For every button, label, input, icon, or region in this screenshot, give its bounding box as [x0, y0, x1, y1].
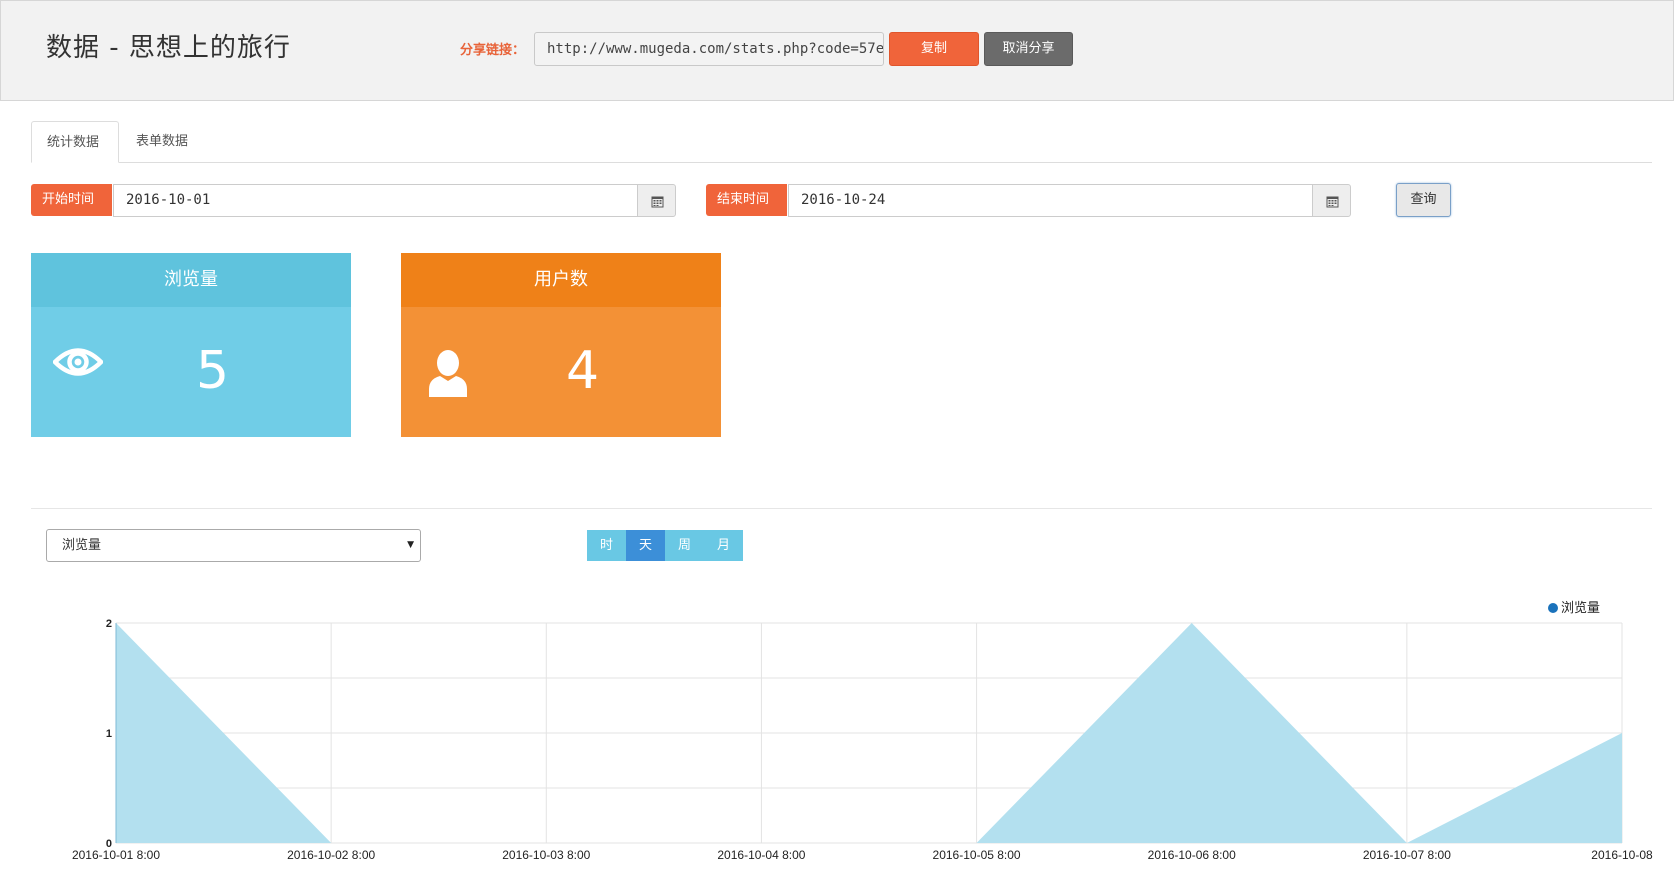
- x-tick-label: 2016-10-04 8:00: [717, 848, 805, 862]
- end-date-input[interactable]: 2016-10-24: [788, 184, 1312, 217]
- calendar-icon: [651, 196, 664, 208]
- end-time-label: 结束时间: [706, 184, 787, 216]
- tab-bar: 统计数据 表单数据: [31, 121, 1652, 163]
- x-tick-label: 2016-10-08: [1591, 848, 1653, 862]
- x-tick-label: 2016-10-01 8:00: [72, 848, 160, 862]
- views-stat-card: 浏览量 5: [31, 253, 351, 437]
- page-title: 数据 - 思想上的旅行: [46, 33, 291, 63]
- dropdown-arrow-icon: ▼: [407, 540, 414, 550]
- cancel-share-button[interactable]: 取消分享: [984, 32, 1073, 66]
- views-area-chart: 0122016-10-01 8:00 2016-10-02 8:00 2016-10…: [72, 600, 1653, 862]
- metric-select-value: 浏览量: [62, 538, 102, 553]
- users-count: 4: [566, 341, 600, 401]
- x-tick-label: 2016-10-07 8:00: [1363, 848, 1451, 862]
- legend-marker: [1548, 603, 1558, 613]
- share-link-label: 分享链接：: [460, 43, 526, 58]
- start-date-input[interactable]: 2016-10-01: [113, 184, 637, 217]
- y-tick-label: 1: [106, 728, 112, 740]
- page-header: 数据 - 思想上的旅行 分享链接： http://www.mugeda.com/…: [0, 0, 1674, 101]
- granularity-month-button[interactable]: 月: [704, 530, 743, 561]
- start-calendar-button[interactable]: [637, 184, 676, 217]
- query-button[interactable]: 查询: [1396, 183, 1451, 217]
- views-card-body: 5: [31, 307, 351, 437]
- x-tick-label: 2016-10-06 8:00: [1148, 848, 1236, 862]
- end-calendar-button[interactable]: [1312, 184, 1351, 217]
- eye-icon: [53, 348, 103, 376]
- metric-select[interactable]: 浏览量 ▼: [46, 529, 421, 562]
- x-tick-label: 2016-10-05 8:00: [933, 848, 1021, 862]
- copy-button[interactable]: 复制: [889, 32, 979, 66]
- granularity-hour-button[interactable]: 时: [587, 530, 626, 561]
- x-tick-label: 2016-10-02 8:00: [287, 848, 375, 862]
- share-url-field[interactable]: http://www.mugeda.com/stats.php?code=57e…: [534, 32, 884, 66]
- y-tick-label: 2: [106, 618, 112, 630]
- section-divider: [31, 508, 1652, 509]
- users-stat-card: 用户数 4: [401, 253, 721, 437]
- start-time-label: 开始时间: [31, 184, 112, 216]
- tab-form-data[interactable]: 表单数据: [121, 121, 203, 163]
- views-card-title: 浏览量: [31, 253, 351, 307]
- user-icon: [429, 350, 467, 397]
- calendar-icon: [1326, 196, 1339, 208]
- tab-statistics[interactable]: 统计数据: [31, 121, 119, 163]
- views-count: 5: [196, 341, 230, 401]
- users-card-title: 用户数: [401, 253, 721, 307]
- x-tick-label: 2016-10-03 8:00: [502, 848, 590, 862]
- granularity-week-button[interactable]: 周: [665, 530, 704, 561]
- granularity-day-button[interactable]: 天: [626, 530, 665, 561]
- users-card-body: 4: [401, 307, 721, 437]
- legend-label: 浏览量: [1561, 600, 1600, 615]
